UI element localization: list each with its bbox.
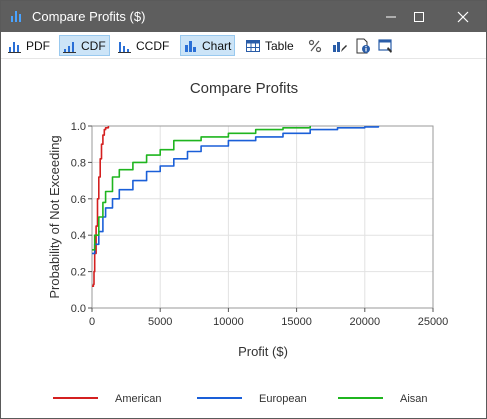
window-title: Compare Profits ($) <box>32 9 146 24</box>
x-tick-label: 10000 <box>213 316 244 328</box>
toolbar: PDF CDF CCDF Chart Table <box>1 32 486 59</box>
table-icon <box>246 39 260 52</box>
grid-lines <box>91 125 434 309</box>
y-tick-label: 1.0 <box>71 121 86 133</box>
chart-button[interactable]: Chart <box>180 35 236 56</box>
settings-button[interactable] <box>375 35 401 56</box>
legend-label-european: European <box>259 393 307 405</box>
pdf-button[interactable]: PDF <box>5 35 53 56</box>
chart-title: Compare Profits <box>190 80 298 97</box>
x-tick-label: 5000 <box>148 316 172 328</box>
info-icon <box>356 38 370 53</box>
x-axis: 0 5000 10000 15000 20000 25000 <box>89 308 448 328</box>
x-tick-label: 15000 <box>281 316 312 328</box>
minimize-icon <box>386 16 396 17</box>
ccdf-label: CCDF <box>136 38 170 53</box>
legend-label-aisan: Aisan <box>400 393 428 405</box>
maximize-button[interactable] <box>401 1 437 32</box>
x-axis-label: Profit ($) <box>238 344 288 359</box>
y-tick-label: 0.8 <box>71 157 86 169</box>
cdf-button[interactable]: CDF <box>59 35 110 56</box>
close-icon <box>457 11 469 22</box>
legend: American European Aisan <box>53 393 428 405</box>
table-label: Table <box>265 38 294 53</box>
cdf-icon <box>63 41 76 53</box>
series-line-european <box>92 126 380 255</box>
y-axis-label: Probability of Not Exceeding <box>47 135 62 298</box>
chart-window: Compare Profits ($) PDF CDF CCDF Chart T… <box>0 0 487 419</box>
percent-icon <box>308 39 322 52</box>
maximize-icon <box>414 11 424 22</box>
cdf-chart: Compare Profits 0.0 0.2 0.4 0.6 0.8 1.0 0 5000… <box>47 80 448 405</box>
chart-label: Chart <box>202 38 232 53</box>
chart-icon <box>185 40 196 52</box>
y-tick-label: 0.6 <box>71 194 86 206</box>
x-tick-label: 20000 <box>350 316 381 328</box>
plot-border <box>91 125 434 309</box>
y-tick-label: 0.4 <box>71 230 86 242</box>
y-tick-label: 0.2 <box>71 267 86 279</box>
series-line-american <box>92 126 110 287</box>
ccdf-button[interactable]: CCDF <box>115 35 172 56</box>
close-button[interactable] <box>445 1 481 32</box>
pdf-label: PDF <box>26 38 50 53</box>
legend-label-american: American <box>115 393 161 405</box>
title-bar[interactable]: Compare Profits ($) <box>1 1 486 32</box>
pdf-icon <box>8 41 21 53</box>
x-tick-label: 0 <box>89 316 95 328</box>
bar-chart-icon <box>10 9 24 23</box>
chart-panel: Compare Profits 0.0 0.2 0.4 0.6 0.8 1.0 0 5000… <box>1 59 486 419</box>
table-button[interactable]: Table <box>243 35 297 56</box>
series-line-aisan <box>92 126 311 251</box>
settings-icon <box>378 38 392 53</box>
x-tick-label: 25000 <box>418 316 449 328</box>
y-tick-label: 0.0 <box>71 303 86 315</box>
edit-icon <box>333 41 347 52</box>
percent-button[interactable] <box>305 35 329 56</box>
ccdf-icon <box>118 41 131 53</box>
y-axis: 0.0 0.2 0.4 0.6 0.8 1.0 <box>71 121 92 315</box>
cdf-label: CDF <box>81 38 106 53</box>
series-lines <box>92 126 380 287</box>
